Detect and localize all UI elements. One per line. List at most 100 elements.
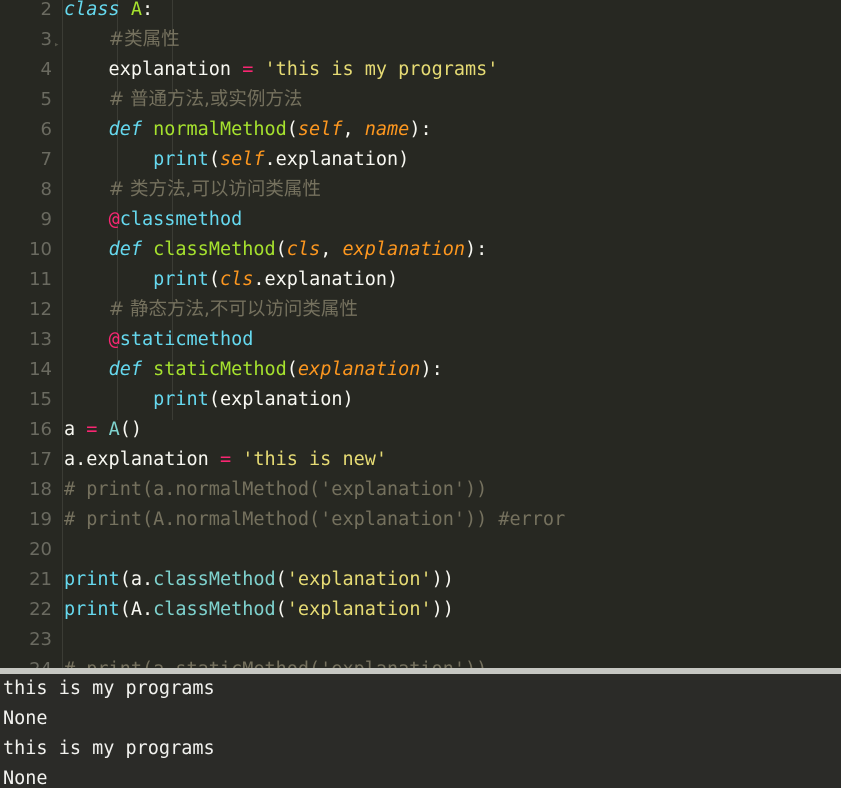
token-plain: : xyxy=(141,0,154,20)
code-line[interactable]: 21 print(a.classMethod('explanation')) xyxy=(0,565,841,595)
line-number: 3 xyxy=(40,29,52,50)
token-keyword: def xyxy=(108,359,154,380)
code-line[interactable]: 22 print(A.classMethod('explanation')) xyxy=(0,595,841,625)
line-number: 11 xyxy=(29,269,52,290)
token-operator: = xyxy=(86,419,98,440)
code-line-text: # 静态方法,不可以访问类属性 xyxy=(64,295,358,325)
line-number: 5 xyxy=(40,89,52,110)
code-line-text: @classmethod xyxy=(64,205,243,235)
code-line-text: def classMethod(cls, explanation): xyxy=(64,235,488,265)
token-function-name: normalMethod xyxy=(153,119,287,140)
token-plain: ( xyxy=(208,269,220,290)
code-line-text: print(a.classMethod('explanation')) xyxy=(64,565,454,595)
code-line[interactable]: 9 @classmethod xyxy=(0,205,841,235)
code-line[interactable]: 17 a.explanation = 'this is new' xyxy=(0,445,841,475)
code-line[interactable]: 2 class A: xyxy=(0,0,841,25)
code-line[interactable]: 24 # print(a.staticMethod('explanation')) xyxy=(0,655,841,669)
code-line-text: a = A() xyxy=(64,415,142,445)
output-line: this is my programs xyxy=(3,738,215,759)
code-line-text: def staticMethod(explanation): xyxy=(64,355,443,385)
token-function-name: classMethod xyxy=(153,239,276,260)
token-keyword: def xyxy=(108,119,154,140)
token-plain: ( xyxy=(208,149,220,170)
token-plain: .explanation) xyxy=(253,269,399,290)
line-number: 15 xyxy=(29,389,52,410)
code-line[interactable]: 15 print(explanation) xyxy=(0,385,841,415)
code-line-text: # print(a.staticMethod('explanation')) xyxy=(64,655,487,669)
code-line[interactable]: 13 @staticmethod xyxy=(0,325,841,355)
token-plain: ): xyxy=(420,359,443,380)
token-keyword: def xyxy=(108,239,154,260)
line-number: 22 xyxy=(29,599,52,620)
token-operator: @ xyxy=(108,329,120,350)
token-comment: # print(a.normalMethod('explanation')) xyxy=(64,479,488,500)
token-decorator: classmethod xyxy=(119,209,243,230)
line-number: 13 xyxy=(29,329,52,350)
token-plain: ( xyxy=(275,239,287,260)
token-comment-cjk: #类属性 xyxy=(108,29,180,50)
code-line[interactable]: 16 a = A() xyxy=(0,415,841,445)
line-number: 12 xyxy=(29,299,52,320)
code-line-text: print(cls.explanation) xyxy=(64,265,398,295)
code-line[interactable]: 10 def classMethod(cls, explanation): xyxy=(0,235,841,265)
line-number: 14 xyxy=(29,359,52,380)
code-lines-container[interactable]: 2 class A: 3 #类属性 4 explanation = 'this is … xyxy=(0,0,841,669)
code-line-text: explanation = 'this is my programs' xyxy=(64,55,499,85)
code-line[interactable]: 6 def normalMethod(self, name): xyxy=(0,115,841,145)
token-operator: @ xyxy=(108,209,120,230)
code-line[interactable]: 3 #类属性 xyxy=(0,25,841,55)
token-plain: ( xyxy=(286,359,298,380)
token-parameter: explanation xyxy=(297,359,421,380)
token-comment-cjk: # 类方法,可以访问类属性 xyxy=(108,179,321,200)
code-line-text: def normalMethod(self, name): xyxy=(64,115,432,145)
line-number: 10 xyxy=(29,239,52,260)
code-line[interactable]: 19 # print(A.normalMethod('explanation'))… xyxy=(0,505,841,535)
code-line-text: print(A.classMethod('explanation')) xyxy=(64,595,454,625)
code-line[interactable]: 4 explanation = 'this is my programs' xyxy=(0,55,841,85)
token-comment-cjk: # 普通方法,或实例方法 xyxy=(108,89,303,110)
token-plain: () xyxy=(119,419,142,440)
code-line[interactable]: 20 xyxy=(0,535,841,565)
output-line: this is my programs xyxy=(3,678,215,699)
token-builtin: print xyxy=(64,599,120,620)
code-line-text: @staticmethod xyxy=(64,325,254,355)
editor-pane[interactable]: ▸ 2 class A: 3 #类属性 4 explanation = 'this i… xyxy=(0,0,841,669)
code-line[interactable]: 8 # 类方法,可以访问类属性 xyxy=(0,175,841,205)
code-line-text: print(explanation) xyxy=(64,385,354,415)
token-builtin: print xyxy=(153,389,209,410)
code-line[interactable]: 11 print(cls.explanation) xyxy=(0,265,841,295)
output-console-pane[interactable]: this is my programs None this is my progra… xyxy=(0,674,841,788)
code-line[interactable]: 5 # 普通方法,或实例方法 xyxy=(0,85,841,115)
code-line[interactable]: 18 # print(a.normalMethod('explanation')) xyxy=(0,475,841,505)
output-line: None xyxy=(3,768,48,788)
token-keyword: class xyxy=(64,0,131,20)
token-plain: .explanation) xyxy=(264,149,410,170)
line-number: 20 xyxy=(29,539,52,560)
token-class-name: A xyxy=(130,0,142,20)
code-line[interactable]: 12 # 静态方法,不可以访问类属性 xyxy=(0,295,841,325)
token-plain: , xyxy=(342,119,365,140)
code-editor-window: ▸ 2 class A: 3 #类属性 4 explanation = 'this i… xyxy=(0,0,841,788)
token-parameter: self xyxy=(297,119,343,140)
token-plain: explanation xyxy=(64,59,243,80)
code-line-text: # 普通方法,或实例方法 xyxy=(64,85,303,115)
token-parameter: self xyxy=(219,149,265,170)
token-builtin: print xyxy=(64,569,120,590)
token-plain: )) xyxy=(431,569,454,590)
code-line-text: # print(A.normalMethod('explanation')) #… xyxy=(64,505,565,535)
token-comment-cjk: # 静态方法,不可以访问类属性 xyxy=(108,299,358,320)
code-line[interactable]: 7 print(self.explanation) xyxy=(0,145,841,175)
token-builtin: print xyxy=(153,269,209,290)
token-plain: (explanation) xyxy=(208,389,354,410)
code-line[interactable]: 23 xyxy=(0,625,841,655)
token-string: 'explanation' xyxy=(286,599,432,620)
token-plain: (A. xyxy=(119,599,154,620)
code-line[interactable]: 14 def staticMethod(explanation): xyxy=(0,355,841,385)
